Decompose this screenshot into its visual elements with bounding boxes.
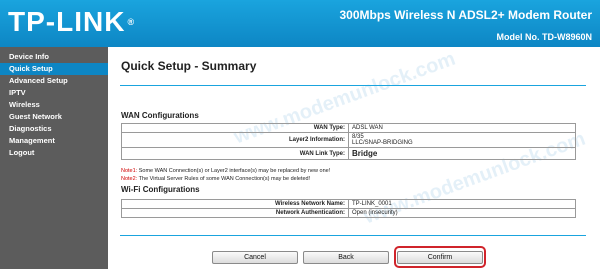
layer2-info-label: Layer2 Information:	[121, 132, 349, 148]
notes-block: Note1: Some WAN Connection(s) or Layer2 …	[121, 167, 330, 183]
wifi-config-table: Wireless Network Name: TP-LINK_0001 Netw…	[121, 199, 576, 218]
wan-type-value: ADSL WAN	[348, 123, 576, 133]
note-1: Note1: Some WAN Connection(s) or Layer2 …	[121, 167, 330, 175]
note-1-text: Some WAN Connection(s) or Layer2 interfa…	[137, 168, 331, 174]
wireless-network-name-label: Wireless Network Name:	[121, 199, 349, 209]
product-title: 300Mbps Wireless N ADSL2+ Modem Router	[339, 8, 592, 22]
logo-registered-mark: ®	[127, 17, 136, 27]
page-title: Quick Setup - Summary	[121, 59, 257, 73]
wan-link-type-label: WAN Link Type:	[121, 147, 349, 160]
sidebar-nav: Device Info Quick Setup Advanced Setup I…	[0, 47, 108, 269]
sidebar-item-diagnostics[interactable]: Diagnostics	[0, 123, 108, 135]
note-2: Note2: The Virtual Server Rules of some …	[121, 175, 330, 183]
back-button[interactable]: Back	[303, 251, 389, 264]
note-2-key: Note2:	[121, 176, 138, 182]
cancel-button[interactable]: Cancel	[212, 251, 298, 264]
sidebar-item-iptv[interactable]: IPTV	[0, 87, 108, 99]
logo-text: TP-LINK	[8, 6, 126, 37]
sidebar-item-quick-setup[interactable]: Quick Setup	[0, 63, 108, 75]
tp-link-logo: TP-LINK ®	[8, 7, 135, 37]
confirm-highlight-ring	[394, 246, 486, 268]
network-authentication-value: Open (insecurity)	[348, 208, 576, 218]
main-content: www.modemunlock.com www.modemunlock.com …	[108, 47, 600, 269]
table-row: Network Authentication: Open (insecurity…	[121, 208, 576, 218]
model-number: Model No. TD-W8960N	[496, 32, 592, 42]
sidebar-item-advanced-setup[interactable]: Advanced Setup	[0, 75, 108, 87]
wan-link-type-value: Bridge	[348, 147, 576, 160]
wan-section-title: WAN Configurations	[121, 111, 199, 120]
product-info: 300Mbps Wireless N ADSL2+ Modem Router M…	[339, 7, 592, 45]
sidebar-item-guest-network[interactable]: Guest Network	[0, 111, 108, 123]
table-row: Layer2 Information: 8/35 LLC/SNAP-BRIDGI…	[121, 132, 576, 148]
wireless-network-name-value: TP-LINK_0001	[348, 199, 576, 209]
layer2-encapsulation: LLC/SNAP-BRIDGING	[352, 140, 413, 146]
wifi-section-title: Wi-Fi Configurations	[121, 185, 200, 194]
sidebar-item-wireless[interactable]: Wireless	[0, 99, 108, 111]
header-banner: TP-LINK ® 300Mbps Wireless N ADSL2+ Modem…	[0, 0, 600, 47]
sidebar-item-device-info[interactable]: Device Info	[0, 51, 108, 63]
table-row: WAN Type: ADSL WAN	[121, 123, 576, 133]
note-2-text: The Virtual Server Rules of some WAN Con…	[137, 176, 311, 182]
divider	[120, 85, 586, 86]
sidebar-item-management[interactable]: Management	[0, 135, 108, 147]
layer2-info-value: 8/35 LLC/SNAP-BRIDGING	[348, 132, 576, 148]
table-row: Wireless Network Name: TP-LINK_0001	[121, 199, 576, 209]
network-authentication-label: Network Authentication:	[121, 208, 349, 218]
note-1-key: Note1:	[121, 168, 138, 174]
wan-type-label: WAN Type:	[121, 123, 349, 133]
wan-config-table: WAN Type: ADSL WAN Layer2 Information: 8…	[121, 123, 576, 160]
table-row: WAN Link Type: Bridge	[121, 147, 576, 160]
divider	[120, 235, 586, 236]
sidebar-item-logout[interactable]: Logout	[0, 147, 108, 159]
